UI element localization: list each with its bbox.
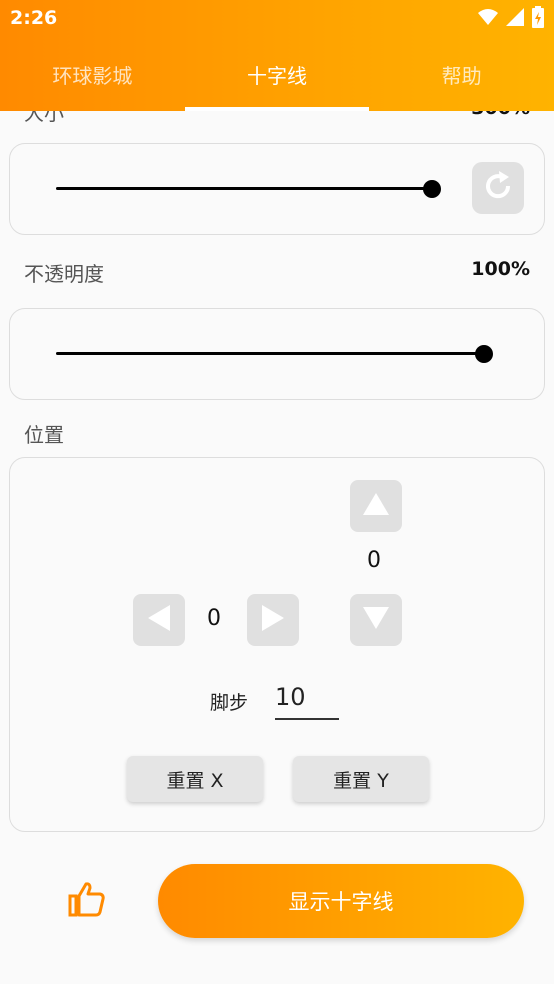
reset-y-button[interactable]: 重置 Y — [293, 756, 429, 802]
tab-help[interactable]: 帮助 — [369, 37, 554, 111]
triangle-up-icon — [361, 491, 391, 521]
tab-universal-studios[interactable]: 环球影城 — [0, 37, 185, 111]
y-up-button[interactable] — [350, 480, 402, 532]
top-app-bar: 2:26 环球影城 十字线 帮助 — [0, 0, 554, 111]
signal-icon — [506, 8, 524, 31]
status-icons — [478, 6, 544, 33]
x-right-button[interactable] — [247, 594, 299, 646]
tab-label: 十字线 — [247, 63, 307, 88]
x-value: 0 — [207, 606, 221, 631]
triangle-down-icon — [361, 605, 391, 635]
position-label: 位置 — [24, 423, 64, 447]
triangle-right-icon — [260, 603, 286, 637]
opacity-slider-thumb[interactable] — [475, 345, 493, 363]
position-card: 0 0 脚步 10 重置 X 重置 Y — [9, 457, 545, 832]
refresh-icon — [481, 169, 515, 207]
opacity-label: 不透明度 — [24, 262, 104, 286]
x-left-button[interactable] — [133, 594, 185, 646]
size-value: 300% — [471, 111, 530, 119]
step-input-value: 10 — [275, 683, 306, 711]
step-input[interactable]: 10 — [275, 680, 339, 720]
tab-label: 环球影城 — [52, 63, 133, 88]
size-slider-track[interactable] — [56, 187, 432, 190]
show-crosshair-label: 显示十字线 — [288, 890, 394, 914]
opacity-slider-card — [9, 308, 545, 400]
status-bar: 2:26 — [0, 0, 554, 37]
opacity-slider-track[interactable] — [56, 352, 484, 355]
reset-size-button[interactable] — [472, 162, 524, 214]
opacity-header: 不透明度 100% — [24, 258, 530, 288]
tab-crosshair[interactable]: 十字线 — [184, 37, 370, 111]
triangle-left-icon — [146, 603, 172, 637]
reset-y-label: 重置 Y — [333, 769, 389, 792]
size-header: 大小 300% — [24, 111, 530, 127]
reset-x-button[interactable]: 重置 X — [127, 756, 263, 802]
status-time: 2:26 — [10, 7, 58, 29]
thumbs-up-icon[interactable] — [68, 881, 108, 921]
position-header: 位置 — [24, 419, 530, 449]
main-content[interactable]: 大小 300% 不透明度 100% 位置 — [0, 111, 554, 984]
step-label: 脚步 — [210, 692, 249, 714]
y-value: 0 — [367, 548, 381, 573]
opacity-value: 100% — [471, 258, 530, 280]
battery-icon — [532, 6, 544, 33]
wifi-icon — [478, 8, 498, 31]
tab-label: 帮助 — [441, 63, 482, 88]
size-slider-thumb[interactable] — [423, 180, 441, 198]
size-slider-card — [9, 143, 545, 235]
size-label: 大小 — [24, 111, 64, 125]
show-crosshair-button[interactable]: 显示十字线 — [158, 864, 524, 938]
y-down-button[interactable] — [350, 594, 402, 646]
reset-x-label: 重置 X — [166, 769, 224, 792]
tab-bar: 环球影城 十字线 帮助 — [0, 37, 554, 111]
bottom-action-bar: 显示十字线 — [0, 829, 554, 984]
